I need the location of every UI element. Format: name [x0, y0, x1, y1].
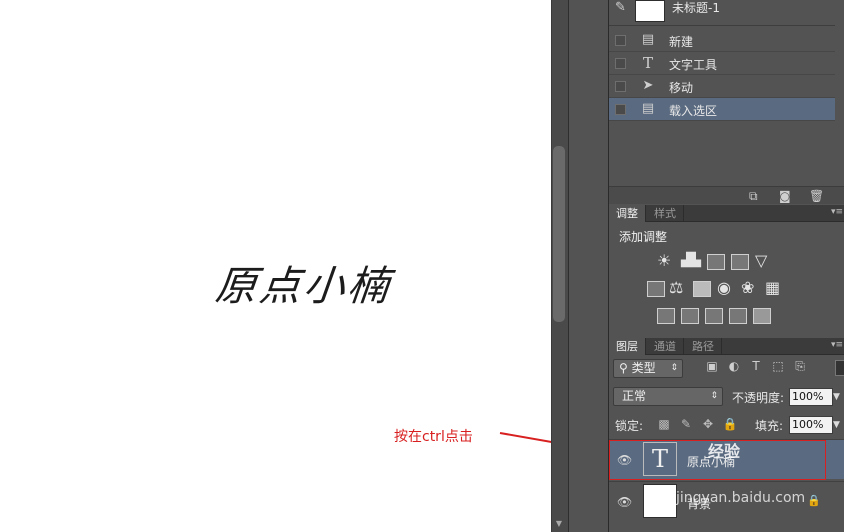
background-layer-thumbnail — [643, 484, 677, 518]
panel-menu-icon[interactable]: ▾≡ — [831, 205, 843, 220]
camera-snapshot-icon[interactable]: ◙ — [779, 189, 791, 203]
history-item-label: 载入选区 — [669, 104, 718, 118]
vibrance-icon[interactable]: ▽ — [755, 253, 767, 269]
tab-channels[interactable]: 通道 — [647, 338, 684, 355]
fill-input[interactable]: 100% — [789, 416, 833, 434]
levels-icon[interactable]: ▟▙ — [681, 253, 701, 269]
adjustments-panel: 添加调整 ☀ ▟▙ ▽ ⚖ ◉ ❀ ▦ — [609, 222, 844, 336]
lock-label: 锁定: — [615, 419, 644, 433]
history-snapshot-row[interactable]: ✎ 未标题-1 — [609, 0, 835, 26]
visibility-eye-icon[interactable]: 👁 — [617, 495, 632, 509]
kind-label: 类型 — [631, 361, 656, 375]
trash-icon[interactable]: 🗑 — [809, 189, 824, 203]
fill-label: 填充: — [755, 419, 784, 433]
scrollbar-thumb[interactable] — [553, 146, 565, 322]
layers-tab-bar: 图层 通道 路径 ▾≡ — [609, 338, 844, 355]
fill-dropdown-arrow-icon[interactable]: ▼ — [833, 420, 840, 430]
layer-lock-icon: 🔒 — [807, 494, 821, 507]
history-item-label: 移动 — [669, 81, 694, 95]
layer-kind-filter-select[interactable]: ⚲ 类型 ⇕ — [613, 359, 683, 378]
document-canvas[interactable]: 原点小楠 按在ctrl点击 — [0, 0, 594, 532]
shape-filter-icon[interactable]: ⬚ — [767, 359, 789, 373]
posterize-icon[interactable] — [681, 308, 699, 324]
history-item-type-tool[interactable]: T 文字工具 — [609, 52, 835, 75]
annotation-text: 按在ctrl点击 — [394, 429, 473, 445]
history-source-checkbox[interactable] — [615, 35, 626, 46]
tab-adjustments[interactable]: 调整 — [609, 205, 646, 222]
layer-filter-icons: ▣ ◐ T ⬚ ⎘ — [701, 359, 811, 374]
watermark-url: jingyan.baidu.com — [676, 490, 806, 506]
channel-mixer-icon[interactable]: ❀ — [741, 280, 754, 296]
history-empty-area — [609, 122, 835, 186]
black-white-icon[interactable] — [693, 281, 711, 297]
tab-styles[interactable]: 样式 — [647, 205, 684, 222]
smart-object-filter-icon[interactable]: ⎘ — [789, 359, 811, 374]
opacity-dropdown-arrow-icon[interactable]: ▼ — [833, 392, 840, 402]
history-item-label: 新建 — [669, 35, 694, 49]
selective-color-icon[interactable] — [729, 308, 747, 324]
stepper-icon: ⇕ — [670, 363, 678, 373]
curves-icon[interactable] — [707, 254, 725, 270]
tab-layers[interactable]: 图层 — [609, 338, 646, 355]
watermark-logo: 经验 — [708, 442, 741, 461]
brightness-contrast-icon[interactable]: ☀ — [657, 253, 671, 269]
history-source-checkbox[interactable] — [615, 104, 626, 115]
document-icon: ▤ — [641, 101, 655, 116]
lock-all-icon[interactable]: 🔒 — [719, 417, 741, 431]
tab-paths[interactable]: 路径 — [685, 338, 722, 355]
lock-image-pixels-icon[interactable]: ✎ — [675, 417, 697, 431]
lock-position-icon[interactable]: ✥ — [697, 417, 719, 431]
new-document-from-state-icon[interactable]: ⧉ — [749, 189, 758, 204]
history-item-load-selection[interactable]: ▤ 载入选区 — [609, 98, 835, 121]
pixel-filter-icon[interactable]: ▣ — [701, 359, 723, 373]
history-source-checkbox[interactable] — [615, 81, 626, 92]
history-source-checkbox[interactable] — [615, 58, 626, 69]
blend-mode-value: 正常 — [622, 389, 647, 403]
stepper-icon: ⇕ — [710, 391, 718, 401]
text-layer-thumbnail-icon: T — [643, 442, 677, 476]
visibility-eye-icon[interactable]: 👁 — [617, 453, 632, 467]
scroll-down-arrow-icon[interactable]: ▼ — [553, 518, 565, 530]
color-balance-icon[interactable]: ⚖ — [669, 280, 683, 296]
opacity-label: 不透明度: — [732, 391, 785, 405]
panel-dock-gap — [568, 0, 608, 532]
color-lookup-icon[interactable]: ▦ — [765, 280, 780, 296]
history-item-new[interactable]: ▤ 新建 — [609, 29, 835, 52]
document-icon: ▤ — [641, 32, 655, 47]
blend-mode-select[interactable]: 正常 ⇕ — [613, 387, 723, 406]
history-brush-icon: ✎ — [615, 0, 626, 15]
invert-icon[interactable] — [657, 308, 675, 324]
opacity-input[interactable]: 100% — [789, 388, 833, 406]
canvas-text-layer-content: 原点小楠 — [213, 262, 395, 310]
history-item-label: 文字工具 — [669, 58, 718, 72]
history-footer: ⧉ ◙ 🗑 — [609, 186, 844, 204]
threshold-icon[interactable] — [705, 308, 723, 324]
hue-saturation-icon[interactable] — [647, 281, 665, 297]
filter-toggle-switch[interactable] — [835, 360, 844, 376]
photo-filter-icon[interactable]: ◉ — [717, 280, 731, 296]
type-tool-icon: T — [642, 54, 653, 72]
adjustments-tab-bar: 调整 样式 ▾≡ — [609, 205, 844, 222]
adjustments-title: 添加调整 — [619, 230, 668, 244]
lock-icons: ▩ ✎ ✥ 🔒 — [653, 417, 741, 431]
move-tool-icon: ➤ — [642, 78, 654, 93]
adjustment-filter-icon[interactable]: ◐ — [723, 359, 745, 373]
panel-menu-icon[interactable]: ▾≡ — [831, 338, 843, 353]
gradient-map-icon[interactable] — [753, 308, 771, 324]
lock-transparent-pixels-icon[interactable]: ▩ — [653, 417, 675, 431]
snapshot-label: 未标题-1 — [672, 1, 720, 15]
exposure-icon[interactable] — [731, 254, 749, 270]
snapshot-thumbnail — [635, 0, 665, 22]
search-icon: ⚲ — [619, 361, 632, 375]
type-filter-icon[interactable]: T — [745, 359, 767, 373]
history-item-move[interactable]: ➤ 移动 — [609, 75, 835, 98]
